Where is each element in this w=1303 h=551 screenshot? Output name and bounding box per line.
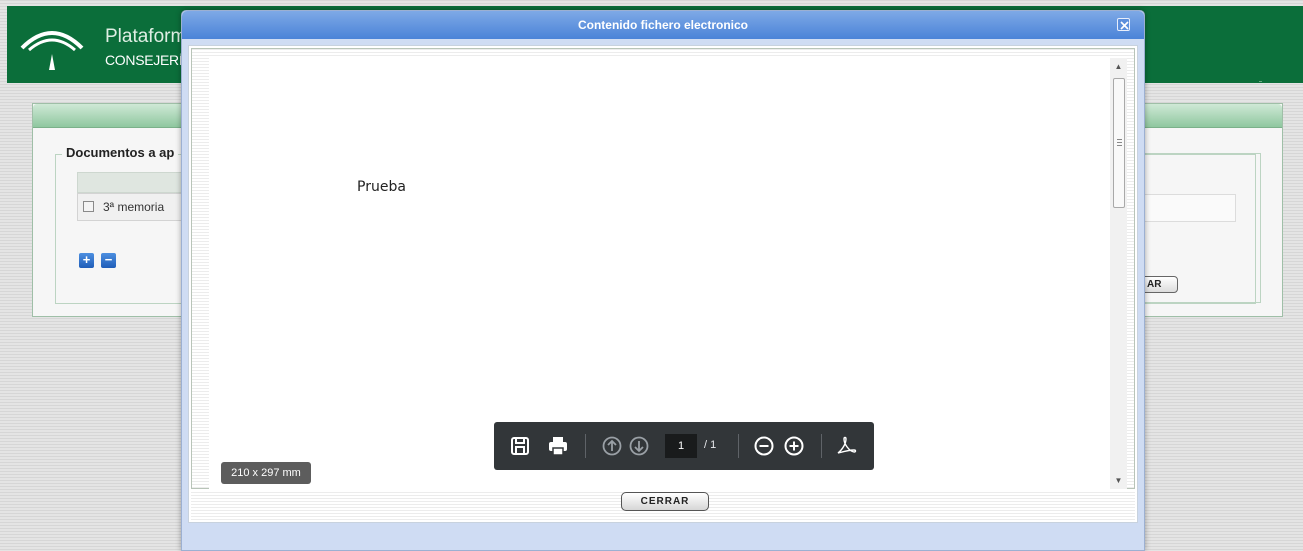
file-content-modal: Contenido fichero electronico Prueba ▲ ▼…	[181, 10, 1145, 551]
header-decoration	[1259, 81, 1262, 82]
row-checkbox[interactable]	[83, 201, 94, 212]
page-size-label: 210 x 297 mm	[221, 462, 311, 484]
pdf-viewer: Prueba ▲ ▼ 210 x 297 mm 1 / 1	[191, 48, 1135, 489]
app-title: Plataform	[105, 26, 187, 47]
toolbar-separator	[821, 434, 822, 458]
acrobat-icon[interactable]	[834, 434, 858, 458]
scroll-up-icon[interactable]: ▲	[1110, 58, 1127, 75]
add-document-button[interactable]: +	[79, 253, 94, 268]
app-subtitle: CONSEJERÍA	[105, 52, 192, 68]
minus-icon: −	[104, 252, 113, 267]
vertical-scrollbar[interactable]: ▲ ▼	[1110, 58, 1127, 489]
remove-document-button[interactable]: −	[101, 253, 116, 268]
grip-icon	[1117, 139, 1122, 146]
zoom-in-icon[interactable]	[782, 434, 806, 458]
toolbar-separator	[738, 434, 739, 458]
modal-title: Contenido fichero electronico	[577, 18, 748, 32]
zoom-out-icon[interactable]	[752, 434, 776, 458]
close-button[interactable]: CERRAR	[621, 492, 709, 511]
save-icon[interactable]	[508, 434, 532, 458]
documents-table-header	[77, 172, 187, 193]
table-row[interactable]: 3ª memoria	[77, 193, 187, 221]
documents-legend: Documentos a ap	[62, 145, 179, 160]
arrow-up-circle-icon[interactable]	[600, 434, 624, 458]
plus-icon: +	[82, 252, 91, 267]
modal-footer: CERRAR	[191, 492, 1135, 520]
right-action-button[interactable]: AR	[1140, 276, 1178, 293]
print-icon[interactable]	[546, 434, 570, 458]
modal-titlebar[interactable]: Contenido fichero electronico	[182, 11, 1144, 39]
toolbar-separator	[585, 434, 586, 458]
page-total: / 1	[704, 439, 717, 451]
page-number-input[interactable]: 1	[665, 434, 697, 458]
arrow-down-circle-icon[interactable]	[627, 434, 651, 458]
row-label: 3ª memoria	[103, 200, 165, 214]
close-icon[interactable]	[1117, 18, 1130, 31]
document-text: Prueba	[357, 179, 406, 195]
modal-body: Prueba ▲ ▼ 210 x 297 mm 1 / 1 CERRAR	[188, 45, 1138, 523]
pdf-toolbar: 1 / 1	[494, 422, 874, 470]
right-input-field[interactable]	[1140, 194, 1236, 222]
scroll-down-icon[interactable]: ▼	[1110, 472, 1127, 489]
scroll-thumb[interactable]	[1113, 78, 1125, 208]
junta-logo-icon	[20, 31, 84, 70]
